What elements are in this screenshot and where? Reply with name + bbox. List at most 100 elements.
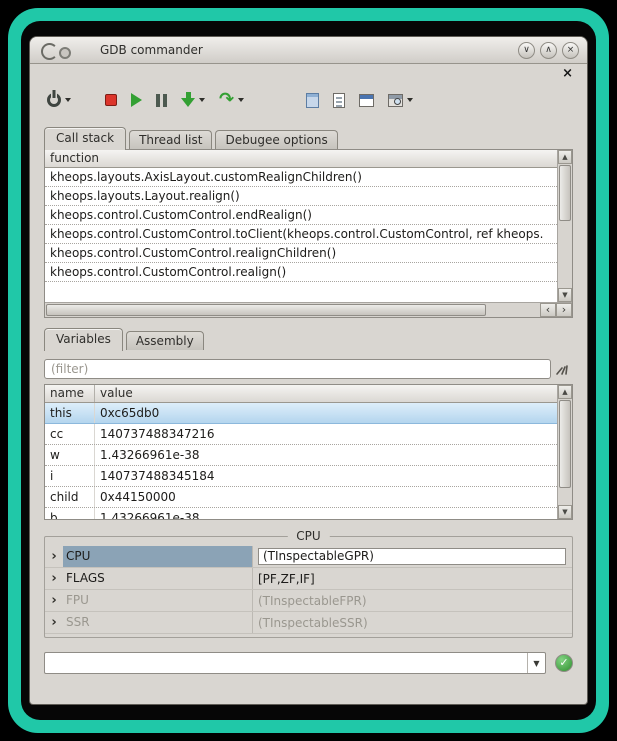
call-stack-row[interactable]: kheops.layouts.Layout.realign() xyxy=(45,187,557,206)
scroll-up-icon[interactable]: ▲ xyxy=(558,150,572,164)
variables-vertical-scrollbar[interactable]: ▲ ▼ xyxy=(557,385,572,519)
debug-toolbar: ↷ xyxy=(44,83,573,117)
variable-row[interactable]: this 0xc65db0 xyxy=(45,403,557,424)
call-stack-vertical-scrollbar[interactable]: ▲ ▼ xyxy=(557,150,572,302)
variable-value: 140737488347216 xyxy=(95,424,557,444)
pane-close-icon[interactable]: × xyxy=(562,67,573,81)
scroll-up-icon[interactable]: ▲ xyxy=(558,385,572,399)
combo-dropdown-icon[interactable]: ▼ xyxy=(527,653,545,673)
variable-name: b xyxy=(45,508,95,519)
variable-row[interactable]: w 1.43266961e-38 xyxy=(45,445,557,466)
register-value: (TInspectableFPR) xyxy=(253,590,572,611)
power-button[interactable] xyxy=(44,86,74,114)
apply-button[interactable]: ✓ xyxy=(555,654,573,672)
close-button[interactable]: × xyxy=(562,42,579,59)
app-icon xyxy=(40,42,74,59)
call-stack-table: function kheops.layouts.AxisLayout.custo… xyxy=(44,149,573,318)
minimize-button[interactable]: ∨ xyxy=(518,42,535,59)
call-stack-horizontal-scrollbar[interactable]: ‹ › xyxy=(45,302,572,317)
command-combobox[interactable]: ▼ xyxy=(44,652,546,674)
titlebar[interactable]: GDB commander ∨ ∧ × xyxy=(30,37,587,64)
variable-row[interactable]: child 0x44150000 xyxy=(45,487,557,508)
cpu-register-row[interactable]: › FLAGS [PF,ZF,IF] xyxy=(45,568,572,590)
tab-variables[interactable]: Variables xyxy=(44,328,123,351)
variables-header: name value xyxy=(45,385,557,403)
expander-icon[interactable]: › xyxy=(45,546,63,567)
variable-name: child xyxy=(45,487,95,507)
variable-value: 0xc65db0 xyxy=(95,403,557,423)
filter-row xyxy=(44,356,573,382)
call-stack-row[interactable]: kheops.control.CustomControl.realign() xyxy=(45,263,557,282)
register-group-name: FPU xyxy=(63,590,253,611)
variable-row[interactable]: b 1.43266961e-38 xyxy=(45,508,557,519)
scrollbar-thumb[interactable] xyxy=(46,304,486,316)
variable-row[interactable]: i 140737488345184 xyxy=(45,466,557,487)
expander-icon[interactable]: › xyxy=(45,590,63,611)
variable-value: 0x44150000 xyxy=(95,487,557,507)
tab-call-stack[interactable]: Call stack xyxy=(44,127,126,150)
power-icon xyxy=(47,93,61,107)
cpu-register-row[interactable]: › CPU (TInspectableGPR) xyxy=(45,546,572,568)
scroll-left-icon[interactable]: ‹ xyxy=(540,303,556,317)
stop-icon xyxy=(105,94,117,106)
scrollbar-thumb[interactable] xyxy=(559,400,571,488)
pause-icon xyxy=(156,94,167,107)
tab-assembly[interactable]: Assembly xyxy=(126,331,204,350)
pause-button[interactable] xyxy=(153,86,170,114)
cpu-group-title: CPU xyxy=(287,529,329,543)
watch-point-button[interactable] xyxy=(303,86,322,114)
chevron-down-icon xyxy=(199,98,205,102)
variable-name: w xyxy=(45,445,95,465)
register-value: [PF,ZF,IF] xyxy=(253,568,572,589)
register-group-name: CPU xyxy=(63,546,253,567)
scroll-down-icon[interactable]: ▼ xyxy=(558,288,572,302)
filter-options-icon[interactable] xyxy=(551,361,573,377)
play-icon xyxy=(131,93,142,107)
tab-debugee-options[interactable]: Debugee options xyxy=(215,130,337,149)
gdb-commander-window: GDB commander ∨ ∧ × × ↷ xyxy=(30,37,587,704)
expander-icon[interactable]: › xyxy=(45,568,63,589)
value-column-header[interactable]: value xyxy=(95,385,557,402)
register-value-editor[interactable]: (TInspectableGPR) xyxy=(258,548,566,565)
variable-name: this xyxy=(45,403,95,423)
window-search-icon xyxy=(388,94,403,107)
register-group-name: SSR xyxy=(63,612,253,633)
scroll-down-icon[interactable]: ▼ xyxy=(558,505,572,519)
step-over-button[interactable]: ↷ xyxy=(216,86,247,114)
variable-value: 140737488345184 xyxy=(95,466,557,486)
cpu-groupbox: CPU › CPU (TInspectableGPR) › FLAGS [PF,… xyxy=(44,536,573,638)
command-row: ▼ ✓ xyxy=(44,652,573,674)
step-into-button[interactable] xyxy=(178,86,208,114)
top-tabbar: Call stack Thread list Debugee options xyxy=(44,125,573,149)
maximize-button[interactable]: ∧ xyxy=(540,42,557,59)
stop-button[interactable] xyxy=(102,86,120,114)
call-stack-column-header[interactable]: function xyxy=(45,150,557,168)
variable-row[interactable]: cc 140737488347216 xyxy=(45,424,557,445)
command-input[interactable] xyxy=(45,654,527,672)
step-over-icon: ↷ xyxy=(219,92,234,108)
filter-input[interactable] xyxy=(44,359,551,379)
call-stack-row[interactable]: kheops.control.CustomControl.toClient(kh… xyxy=(45,225,557,244)
expander-icon[interactable]: › xyxy=(45,612,63,633)
step-into-icon xyxy=(181,92,195,108)
output-list-button[interactable] xyxy=(330,86,348,114)
run-button[interactable] xyxy=(128,86,145,114)
call-stack-row[interactable]: kheops.layouts.AxisLayout.customRealignC… xyxy=(45,168,557,187)
list-document-icon xyxy=(333,93,345,108)
variable-name: i xyxy=(45,466,95,486)
inspect-window-button[interactable] xyxy=(385,86,416,114)
show-window-button[interactable] xyxy=(356,86,377,114)
scrollbar-thumb[interactable] xyxy=(559,165,571,221)
call-stack-row[interactable]: kheops.control.CustomControl.realignChil… xyxy=(45,244,557,263)
cpu-register-row[interactable]: › SSR (TInspectableSSR) xyxy=(45,612,572,634)
chevron-down-icon xyxy=(407,98,413,102)
name-column-header[interactable]: name xyxy=(45,385,95,402)
call-stack-rows: kheops.layouts.AxisLayout.customRealignC… xyxy=(45,168,557,302)
call-stack-row[interactable]: kheops.control.CustomControl.endRealign(… xyxy=(45,206,557,225)
tab-thread-list[interactable]: Thread list xyxy=(129,130,212,149)
variable-value: 1.43266961e-38 xyxy=(95,445,557,465)
cpu-register-row[interactable]: › FPU (TInspectableFPR) xyxy=(45,590,572,612)
variables-table: name value this 0xc65db0 cc 140737488347… xyxy=(44,384,573,520)
scroll-right-icon[interactable]: › xyxy=(556,303,572,317)
register-group-name: FLAGS xyxy=(63,568,253,589)
